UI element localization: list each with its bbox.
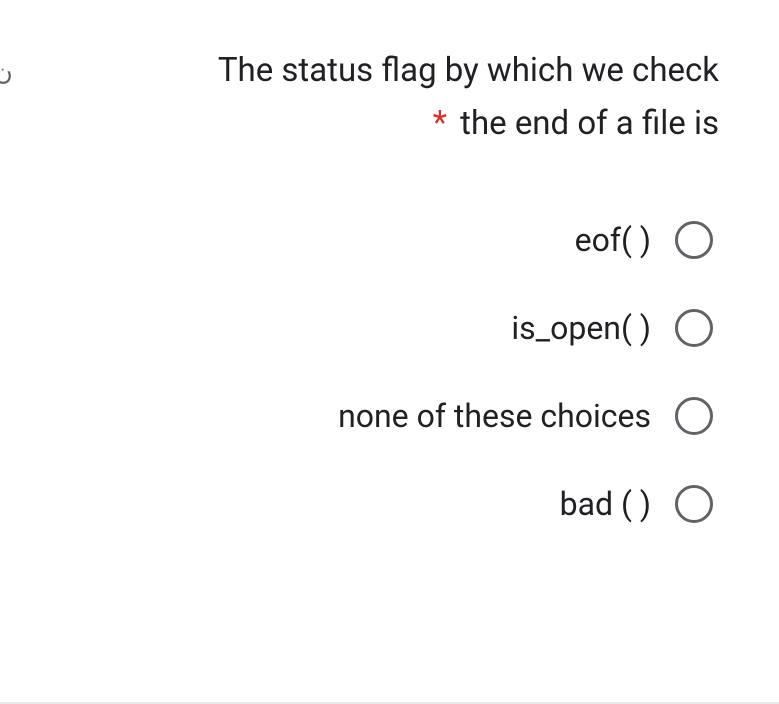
question-card: The status flag by which we check * the … xyxy=(0,0,779,523)
option-label: is_open( ) xyxy=(511,309,651,347)
question-text: The status flag by which we check * the … xyxy=(60,45,719,151)
option-eof[interactable]: eof( ) xyxy=(60,221,713,259)
radio-icon[interactable] xyxy=(675,221,713,259)
question-line-1: The status flag by which we check xyxy=(218,51,719,90)
partial-cutoff-text: ن xyxy=(0,58,13,86)
radio-icon[interactable] xyxy=(675,397,713,435)
option-label: bad ( ) xyxy=(560,485,651,523)
radio-icon[interactable] xyxy=(675,485,713,523)
options-list: eof( ) is_open( ) none of these choices … xyxy=(60,221,719,523)
option-label: eof( ) xyxy=(575,221,651,259)
option-none[interactable]: none of these choices xyxy=(60,397,713,435)
option-is-open[interactable]: is_open( ) xyxy=(60,309,713,347)
required-asterisk: * xyxy=(433,104,447,143)
question-line-2: the end of a file is xyxy=(460,104,719,143)
option-bad[interactable]: bad ( ) xyxy=(60,485,713,523)
option-label: none of these choices xyxy=(338,397,651,435)
radio-icon[interactable] xyxy=(675,309,713,347)
